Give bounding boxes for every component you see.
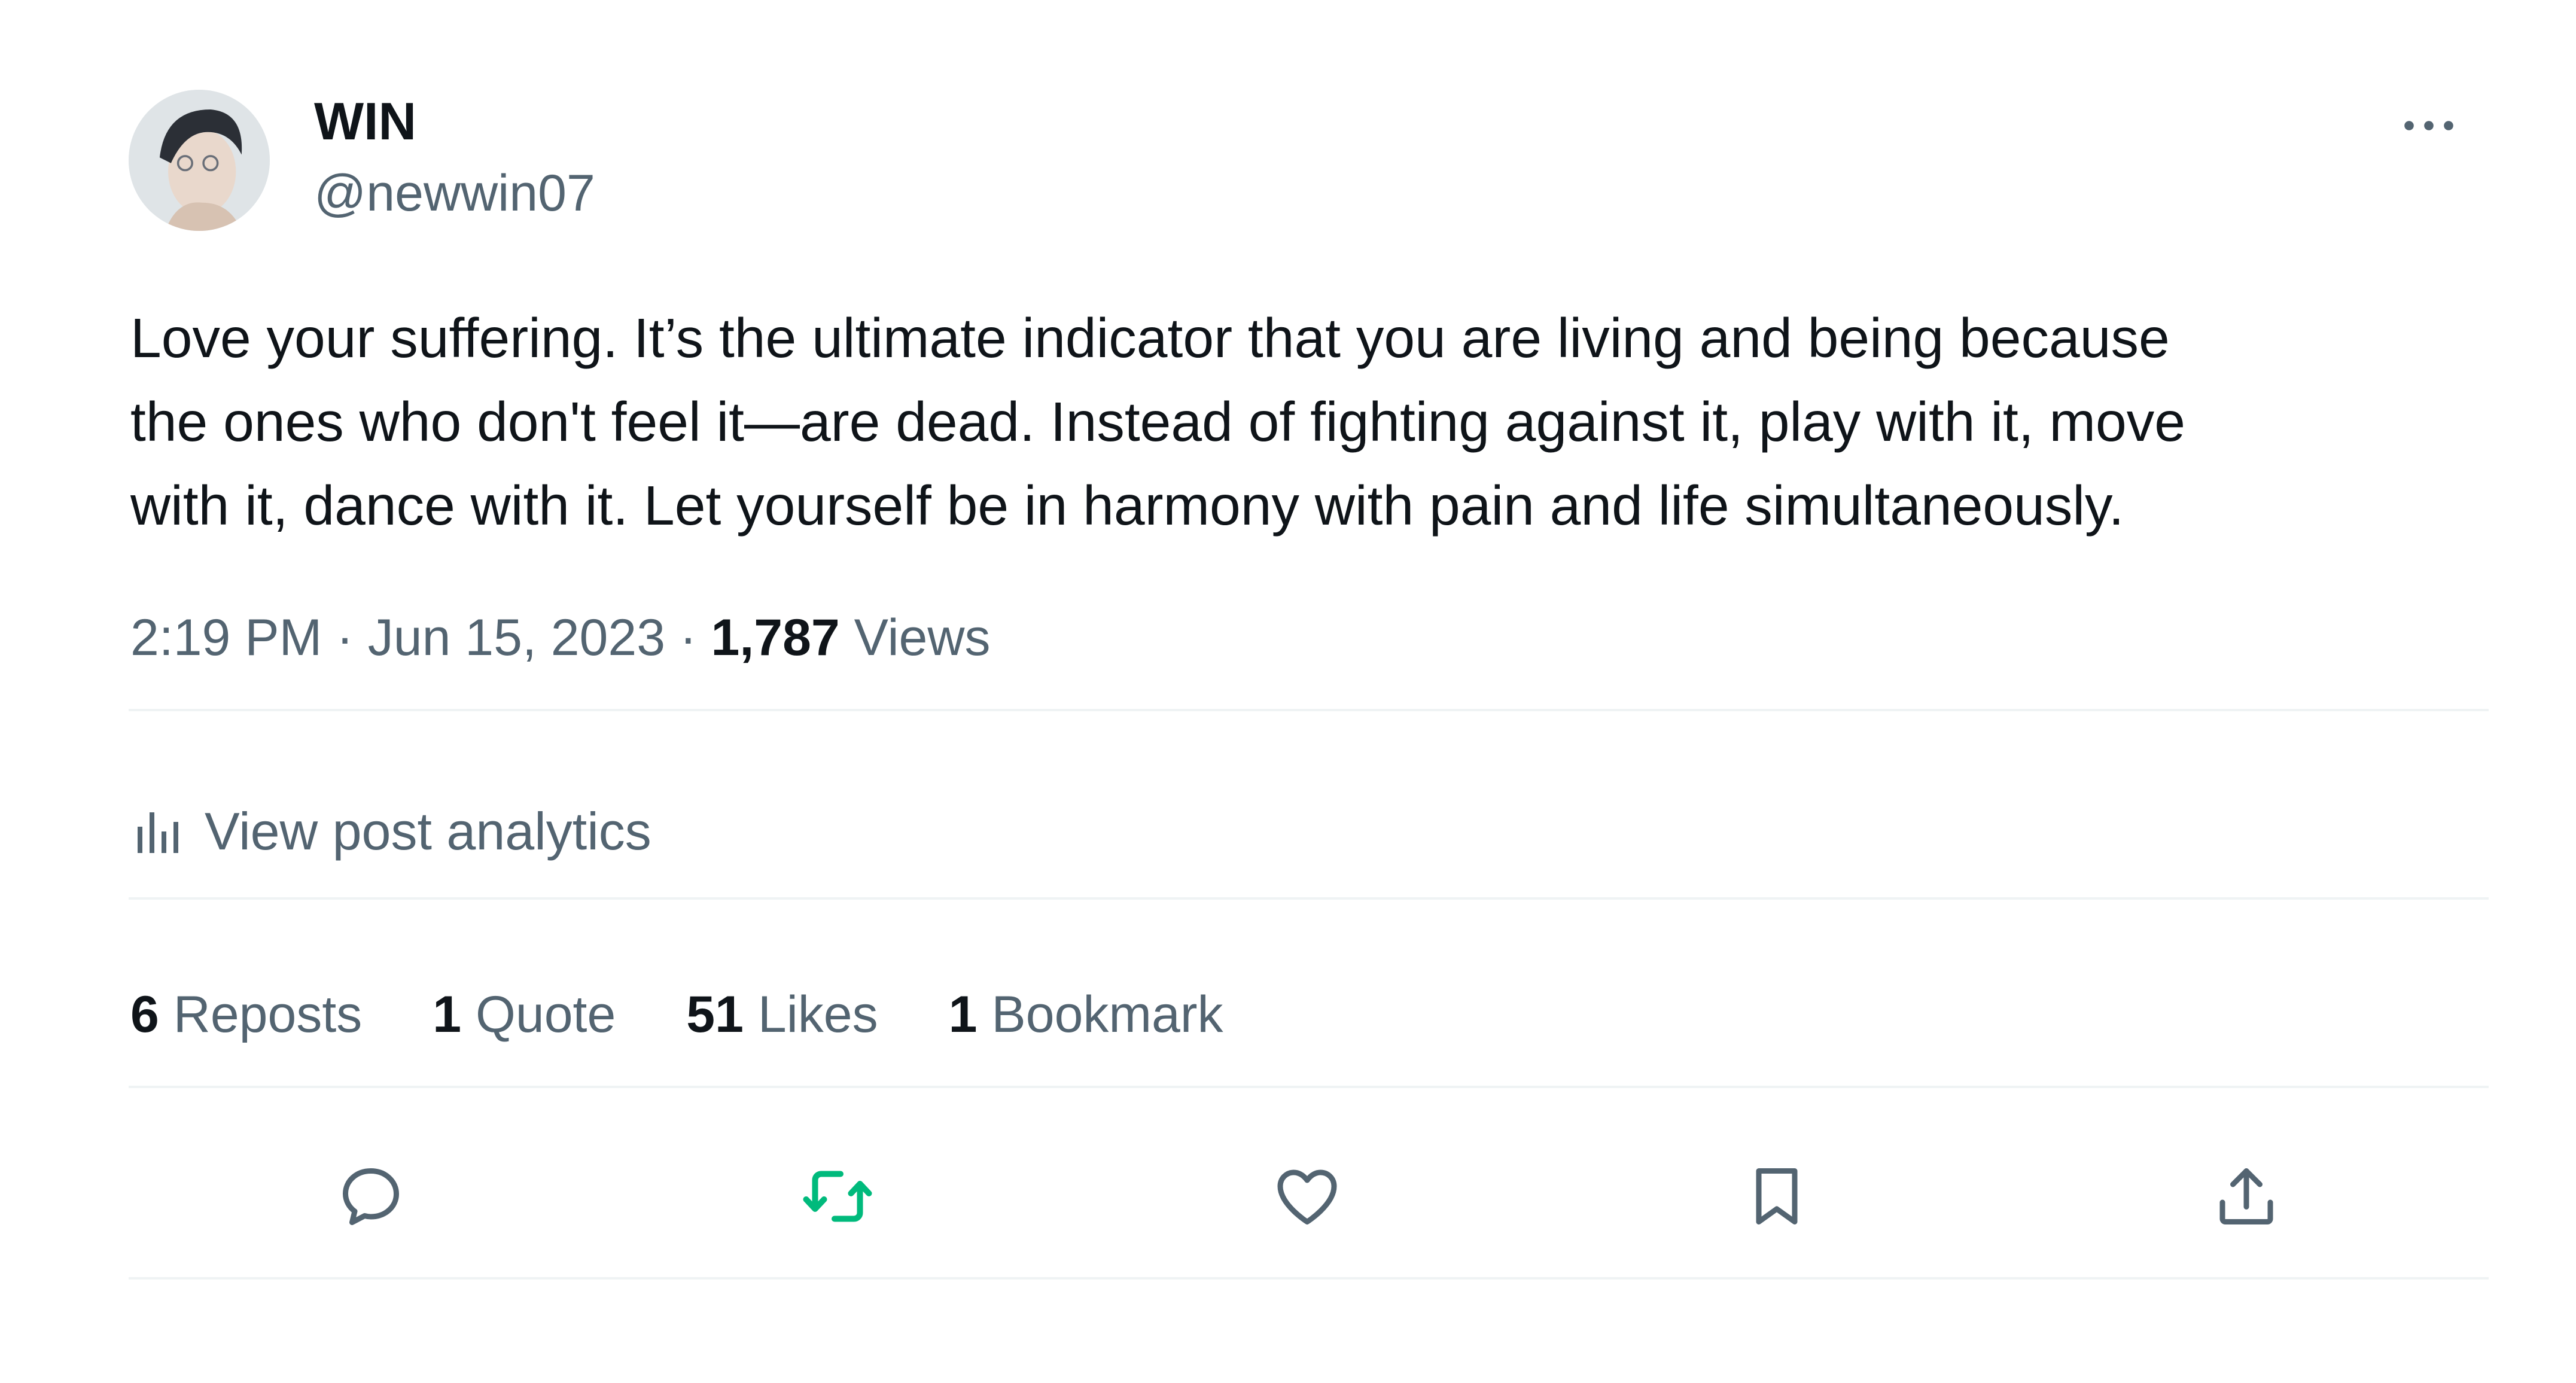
- more-icon: [2404, 121, 2453, 130]
- post-time[interactable]: 2:19 PM: [130, 609, 322, 666]
- meta-separator: ·: [336, 609, 354, 666]
- author-handle[interactable]: @newwin07: [314, 163, 595, 224]
- stat-count: 51: [686, 986, 744, 1043]
- share-icon: [2219, 1168, 2273, 1224]
- meta-separator: ·: [679, 609, 697, 666]
- views-count: 1,787: [711, 609, 840, 666]
- divider: [129, 897, 2489, 900]
- bookmark-button[interactable]: [1738, 1157, 1816, 1235]
- heart-icon: [1277, 1169, 1337, 1224]
- author-display-name[interactable]: WIN: [314, 90, 416, 153]
- quotes-stat[interactable]: 1 Quote: [433, 984, 616, 1046]
- post-text: Love your suffering. It’s the ultimate i…: [130, 307, 2185, 537]
- more-options-button[interactable]: [2387, 96, 2471, 156]
- stat-label: Reposts: [173, 986, 363, 1043]
- share-button[interactable]: [2207, 1157, 2285, 1235]
- post-date[interactable]: Jun 15, 2023: [368, 609, 665, 666]
- stat-count: 6: [130, 986, 159, 1043]
- reposts-stat[interactable]: 6 Reposts: [130, 984, 362, 1046]
- post-detail: WIN @newwin07 Love your suffering. It’s …: [0, 0, 2576, 1383]
- divider: [129, 709, 2489, 711]
- action-bar: [129, 1119, 2489, 1268]
- analytics-label: View post analytics: [205, 802, 651, 861]
- divider: [129, 1277, 2489, 1280]
- stat-label: Quote: [476, 986, 616, 1043]
- bar-chart-icon: [138, 812, 178, 853]
- avatar[interactable]: [129, 90, 270, 231]
- reply-button[interactable]: [332, 1157, 410, 1235]
- bookmarks-stat[interactable]: 1 Bookmark: [949, 984, 1223, 1046]
- reply-icon: [343, 1168, 399, 1225]
- stat-count: 1: [433, 986, 462, 1043]
- stat-label: Bookmark: [991, 986, 1223, 1043]
- like-button[interactable]: [1268, 1157, 1346, 1235]
- likes-stat[interactable]: 51 Likes: [686, 984, 878, 1046]
- repost-icon: [803, 1171, 872, 1222]
- repost-button[interactable]: [799, 1157, 876, 1235]
- views-label: Views: [854, 609, 991, 666]
- stat-count: 1: [948, 986, 978, 1043]
- bookmark-icon: [1756, 1168, 1798, 1224]
- avatar-photo: [129, 90, 270, 231]
- divider: [129, 1086, 2489, 1088]
- stat-label: Likes: [757, 986, 878, 1043]
- view-analytics-link[interactable]: View post analytics: [130, 796, 651, 867]
- engagement-stats: 6 Reposts 1 Quote 51 Likes 1 Bookmark: [130, 984, 1294, 1046]
- post-meta: 2:19 PM · Jun 15, 2023 · 1,787 Views: [130, 607, 991, 669]
